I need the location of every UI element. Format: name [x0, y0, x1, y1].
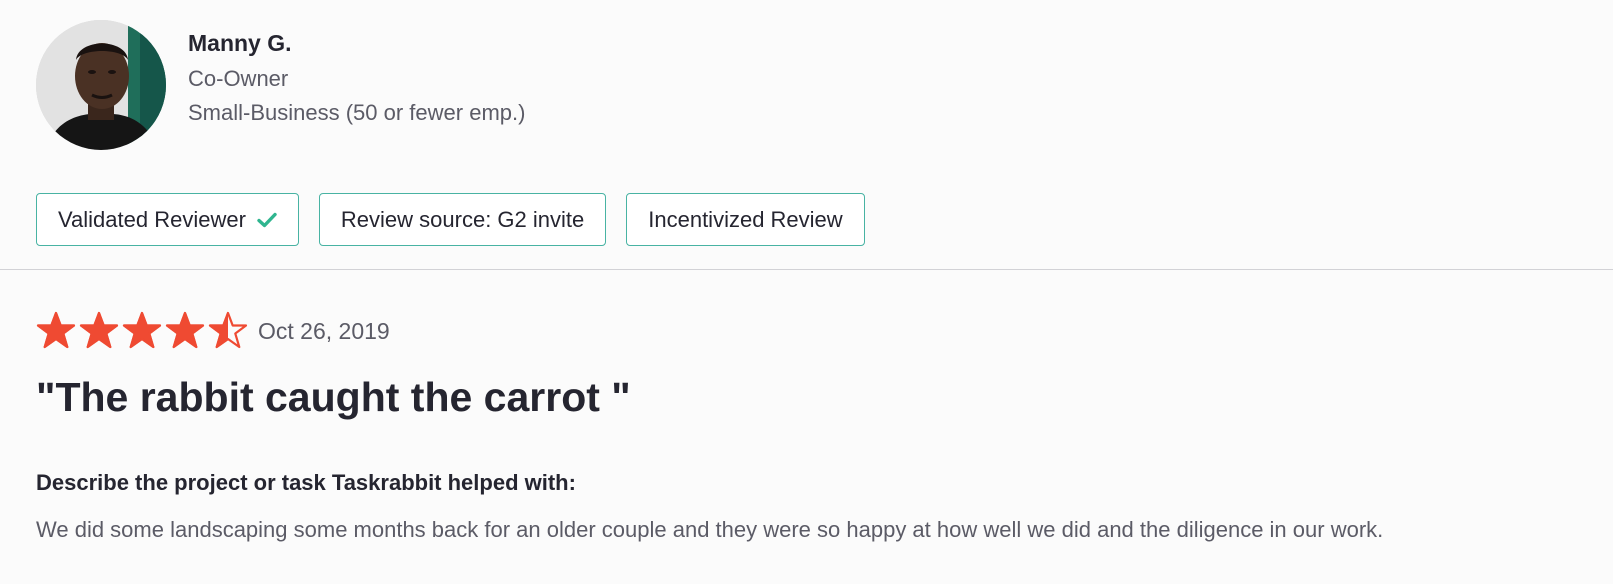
- star-full-icon: [36, 311, 76, 349]
- badge-label: Validated Reviewer: [58, 206, 246, 232]
- divider: [0, 269, 1613, 270]
- answer-text: We did some landscaping some months back…: [36, 517, 1384, 542]
- reviewer-badges: Validated Reviewer Review source: G2 inv…: [36, 193, 865, 246]
- reviewer-name[interactable]: Manny G.: [188, 28, 525, 62]
- reviewer-company-size: Small-Business (50 or fewer emp.): [188, 100, 526, 125]
- star-rating: [36, 311, 248, 351]
- star-full-icon: [165, 311, 205, 349]
- question-label: Describe the project or task Taskrabbit …: [36, 470, 576, 495]
- reviewer-title: Co-Owner: [188, 66, 289, 91]
- check-icon: [257, 212, 277, 228]
- badge-label: Review source: G2 invite: [340, 206, 585, 232]
- incentivized-review-badge[interactable]: Incentivized Review: [626, 193, 865, 246]
- star-full-icon: [122, 311, 162, 349]
- review-card: Manny G. Co-Owner Small-Business (50 or …: [0, 0, 1613, 584]
- star-full-icon: [79, 311, 119, 349]
- rating-row: Oct 26, 2019: [36, 311, 390, 351]
- validated-reviewer-badge[interactable]: Validated Reviewer: [36, 193, 299, 246]
- avatar[interactable]: [36, 20, 166, 150]
- review-title: "The rabbit caught the carrot ": [36, 374, 631, 420]
- reviewer-header: Manny G. Co-Owner Small-Business (50 or …: [36, 20, 525, 150]
- review-source-badge[interactable]: Review source: G2 invite: [318, 193, 607, 246]
- badge-label: Incentivized Review: [648, 206, 843, 232]
- star-half-icon: [208, 311, 248, 349]
- review-date: Oct 26, 2019: [258, 317, 390, 344]
- reviewer-info: Manny G. Co-Owner Small-Business (50 or …: [188, 28, 525, 130]
